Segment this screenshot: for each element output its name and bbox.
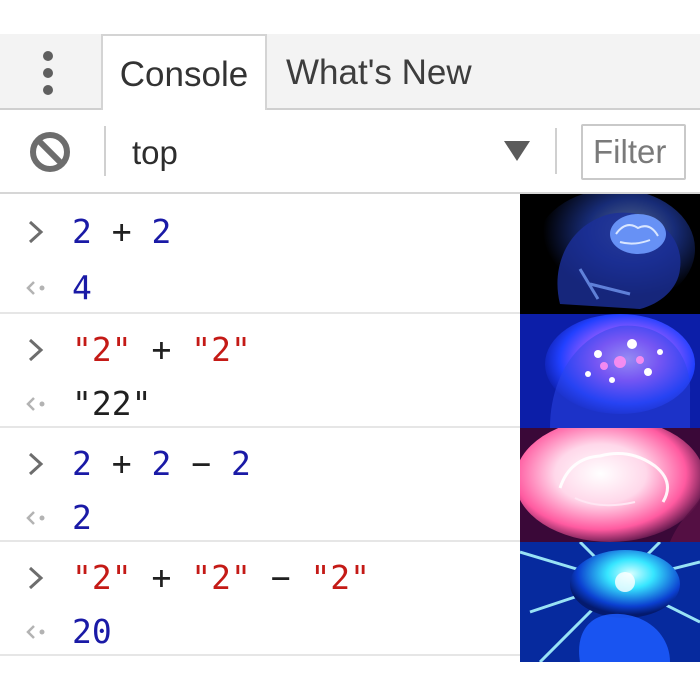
console-result-line: 4 — [0, 260, 520, 316]
filter-input[interactable]: Filter — [581, 124, 686, 180]
console-result-line: 20 — [0, 604, 520, 660]
input-expression: "2" + "2" − "2" — [72, 558, 370, 597]
result-value: 2 — [72, 498, 92, 537]
console-messages: 2 + 2 4 "2" + "2" "22" 2 + 2 − 2 2 "2" + "2" −… — [0, 194, 520, 656]
console-input-line: 2 + 2 − 2 — [0, 436, 520, 492]
input-chevron-icon — [28, 220, 44, 244]
input-chevron-icon — [28, 338, 44, 362]
operator-token: + — [91, 444, 152, 483]
result-arrow-icon — [26, 281, 45, 295]
result-arrow-icon — [26, 625, 45, 639]
toolbar-divider — [104, 126, 106, 176]
glowing-brain-image — [520, 314, 700, 428]
string-token: "2" — [72, 330, 132, 369]
operator-token: + — [131, 558, 192, 597]
string-token: "2" — [72, 558, 132, 597]
number-token: 2 — [151, 444, 172, 483]
tab-whats-new[interactable]: What's New — [286, 34, 472, 110]
console-result-line: "22" — [0, 376, 520, 432]
radiant-brain-image — [520, 428, 700, 542]
result-value: 20 — [72, 612, 112, 651]
context-label: top — [132, 134, 178, 171]
more-tabs-menu-icon[interactable] — [36, 51, 60, 95]
number-token: 2 — [72, 498, 92, 537]
number-token: 2 — [72, 212, 92, 251]
result-value: "22" — [72, 384, 151, 423]
triangle-down-icon — [504, 141, 530, 161]
result-arrow-icon — [26, 397, 45, 411]
input-expression: 2 + 2 — [72, 212, 171, 251]
string-token: "2" — [191, 330, 251, 369]
clear-console-block-icon[interactable] — [28, 130, 72, 174]
console-entry: "2" + "2" "22" — [0, 314, 520, 428]
devtools-tab-bar: Console What's New — [0, 34, 700, 112]
context-selector[interactable]: top — [108, 120, 548, 182]
input-chevron-icon — [28, 452, 44, 476]
toolbar-divider — [555, 128, 557, 174]
console-entry: 2 + 2 − 22 — [0, 428, 520, 542]
operator-token: + — [91, 212, 152, 251]
operator-token: − — [250, 558, 311, 597]
number-token: 2 — [230, 444, 251, 483]
console-entry: "2" + "2" − "2" 20 — [0, 542, 520, 656]
console-input-line: 2 + 2 — [0, 204, 520, 260]
number-token: 2 — [151, 212, 172, 251]
small-brain-image — [520, 194, 700, 314]
console-entry: 2 + 2 4 — [0, 194, 520, 314]
input-chevron-icon — [28, 566, 44, 590]
string-token: "2" — [191, 558, 251, 597]
result-arrow-icon — [26, 511, 45, 525]
brain-images-column — [520, 194, 700, 662]
operator-token: + — [131, 330, 192, 369]
number-token: 2 — [72, 444, 92, 483]
console-input-line: "2" + "2" — [0, 322, 520, 378]
operator-token: "22" — [72, 384, 152, 423]
input-expression: 2 + 2 − 2 — [72, 444, 251, 483]
tab-console[interactable]: Console — [101, 34, 267, 112]
console-result-line: 2 — [0, 490, 520, 546]
console-toolbar: top Filter — [0, 110, 700, 194]
operator-token: − — [171, 444, 231, 483]
number-token: 20 — [72, 612, 112, 651]
galaxy-brain-image — [520, 542, 700, 662]
number-token: 4 — [72, 268, 92, 307]
input-expression: "2" + "2" — [72, 330, 251, 369]
result-value: 4 — [72, 268, 92, 307]
string-token: "2" — [310, 558, 371, 597]
console-input-line: "2" + "2" − "2" — [0, 550, 520, 606]
